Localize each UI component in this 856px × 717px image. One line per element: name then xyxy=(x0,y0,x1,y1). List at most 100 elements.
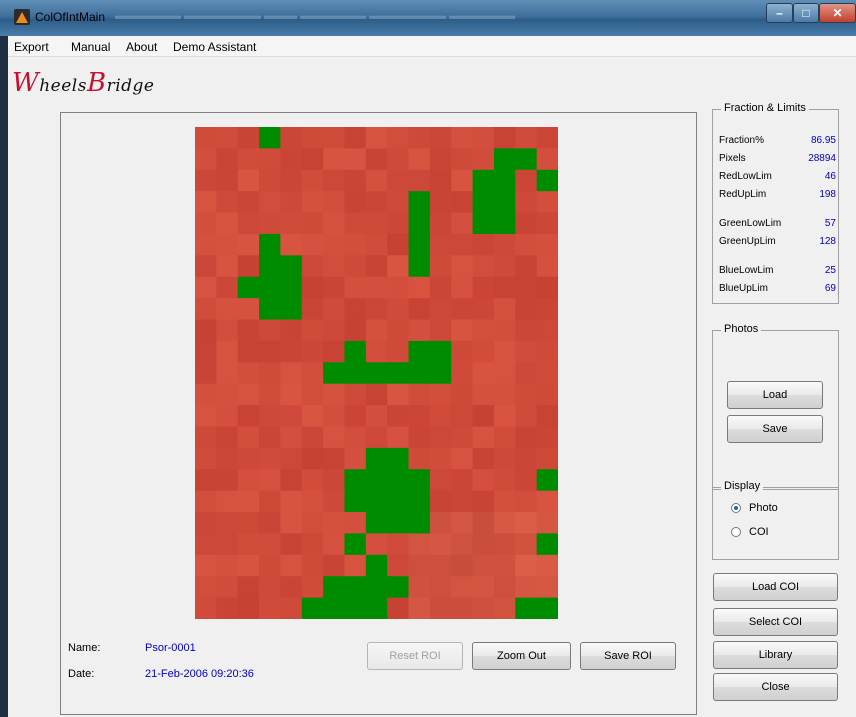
coi-pixel xyxy=(408,255,431,278)
skin-pixel xyxy=(365,340,388,363)
skin-pixel xyxy=(216,212,239,235)
skin-pixel xyxy=(301,298,324,321)
coi-pixel xyxy=(237,276,260,299)
skin-pixel xyxy=(301,490,324,513)
skin-pixel xyxy=(259,554,282,577)
skin-pixel xyxy=(493,233,516,256)
green-up-lim-label: GreenUpLim xyxy=(719,236,776,247)
skin-pixel xyxy=(472,533,495,556)
skin-pixel xyxy=(216,255,239,278)
skin-pixel xyxy=(301,383,324,406)
save-roi-button[interactable]: Save ROI xyxy=(580,642,676,670)
coi-pixel xyxy=(344,576,367,599)
menu-manual[interactable]: Manual xyxy=(71,40,110,54)
skin-pixel xyxy=(280,447,303,470)
skin-pixel xyxy=(493,298,516,321)
load-coi-button[interactable]: Load COI xyxy=(713,573,838,601)
coi-pixel xyxy=(387,447,410,470)
skin-pixel xyxy=(259,148,282,171)
minimize-button[interactable]: – xyxy=(766,3,793,23)
skin-pixel xyxy=(536,405,558,428)
coi-pixel xyxy=(323,362,346,385)
green-low-lim-label: GreenLowLim xyxy=(719,218,782,229)
skin-pixel xyxy=(259,576,282,599)
skin-pixel xyxy=(472,127,495,149)
skin-pixel xyxy=(493,362,516,385)
skin-pixel xyxy=(195,554,217,577)
skin-pixel xyxy=(237,319,260,342)
menu-export[interactable]: Export xyxy=(14,40,49,54)
skin-pixel xyxy=(472,597,495,619)
skin-pixel xyxy=(323,255,346,278)
close-window-button[interactable]: ✕ xyxy=(819,3,856,23)
skin-pixel xyxy=(195,319,217,342)
coi-pixel xyxy=(536,533,558,556)
zoom-out-button[interactable]: Zoom Out xyxy=(472,642,571,670)
coi-radio[interactable] xyxy=(731,527,741,537)
skin-pixel xyxy=(365,319,388,342)
skin-pixel xyxy=(195,383,217,406)
close-button[interactable]: Close xyxy=(713,673,838,701)
skin-pixel xyxy=(216,383,239,406)
photo-radio-label[interactable]: Photo xyxy=(749,502,778,514)
skin-pixel xyxy=(216,512,239,535)
skin-pixel xyxy=(259,362,282,385)
skin-pixel xyxy=(493,597,516,619)
photo-radio[interactable] xyxy=(731,503,741,513)
skin-pixel xyxy=(451,576,474,599)
skin-pixel xyxy=(515,127,538,149)
skin-pixel xyxy=(515,362,538,385)
menu-about[interactable]: About xyxy=(126,40,157,54)
skin-pixel xyxy=(237,127,260,149)
skin-pixel xyxy=(429,426,452,449)
skin-pixel xyxy=(515,340,538,363)
skin-pixel xyxy=(536,212,558,235)
skin-pixel xyxy=(515,554,538,577)
skin-pixel xyxy=(536,191,558,214)
skin-pixel xyxy=(344,212,367,235)
coi-pixel xyxy=(387,490,410,513)
skin-pixel xyxy=(493,490,516,513)
skin-pixel xyxy=(408,447,431,470)
skin-pixel xyxy=(237,576,260,599)
skin-pixel xyxy=(301,447,324,470)
skin-pixel xyxy=(387,319,410,342)
skin-pixel xyxy=(536,319,558,342)
select-coi-button[interactable]: Select COI xyxy=(713,608,838,636)
skin-pixel xyxy=(429,319,452,342)
skin-pixel xyxy=(259,447,282,470)
reset-roi-button[interactable]: Reset ROI xyxy=(367,642,463,670)
menu-demo-assistant[interactable]: Demo Assistant xyxy=(173,40,256,54)
skin-pixel xyxy=(280,512,303,535)
save-photo-button[interactable]: Save xyxy=(727,415,823,443)
skin-pixel xyxy=(536,127,558,149)
photos-panel: Photos Load Save xyxy=(712,323,839,490)
skin-pixel xyxy=(365,148,388,171)
skin-pixel xyxy=(237,191,260,214)
skin-pixel xyxy=(237,255,260,278)
skin-pixel xyxy=(536,298,558,321)
skin-pixel xyxy=(195,169,217,192)
skin-pixel xyxy=(472,512,495,535)
skin-pixel xyxy=(237,298,260,321)
skin-pixel xyxy=(237,233,260,256)
skin-pixel xyxy=(195,597,217,619)
skin-pixel xyxy=(387,340,410,363)
skin-pixel xyxy=(429,298,452,321)
skin-pixel xyxy=(536,576,558,599)
skin-pixel xyxy=(323,490,346,513)
skin-pixel xyxy=(515,255,538,278)
skin-pixel xyxy=(365,533,388,556)
skin-pixel xyxy=(280,533,303,556)
load-photo-button[interactable]: Load xyxy=(727,381,823,409)
library-button[interactable]: Library xyxy=(713,641,838,669)
maximize-button[interactable]: □ xyxy=(793,3,819,23)
skin-pixel xyxy=(301,212,324,235)
coi-pixel xyxy=(259,255,282,278)
photo-image[interactable] xyxy=(195,127,558,619)
coi-pixel xyxy=(365,576,388,599)
skin-pixel xyxy=(451,362,474,385)
coi-radio-label[interactable]: COI xyxy=(749,526,769,538)
skin-pixel xyxy=(408,148,431,171)
red-low-lim-value: 46 xyxy=(824,171,836,182)
